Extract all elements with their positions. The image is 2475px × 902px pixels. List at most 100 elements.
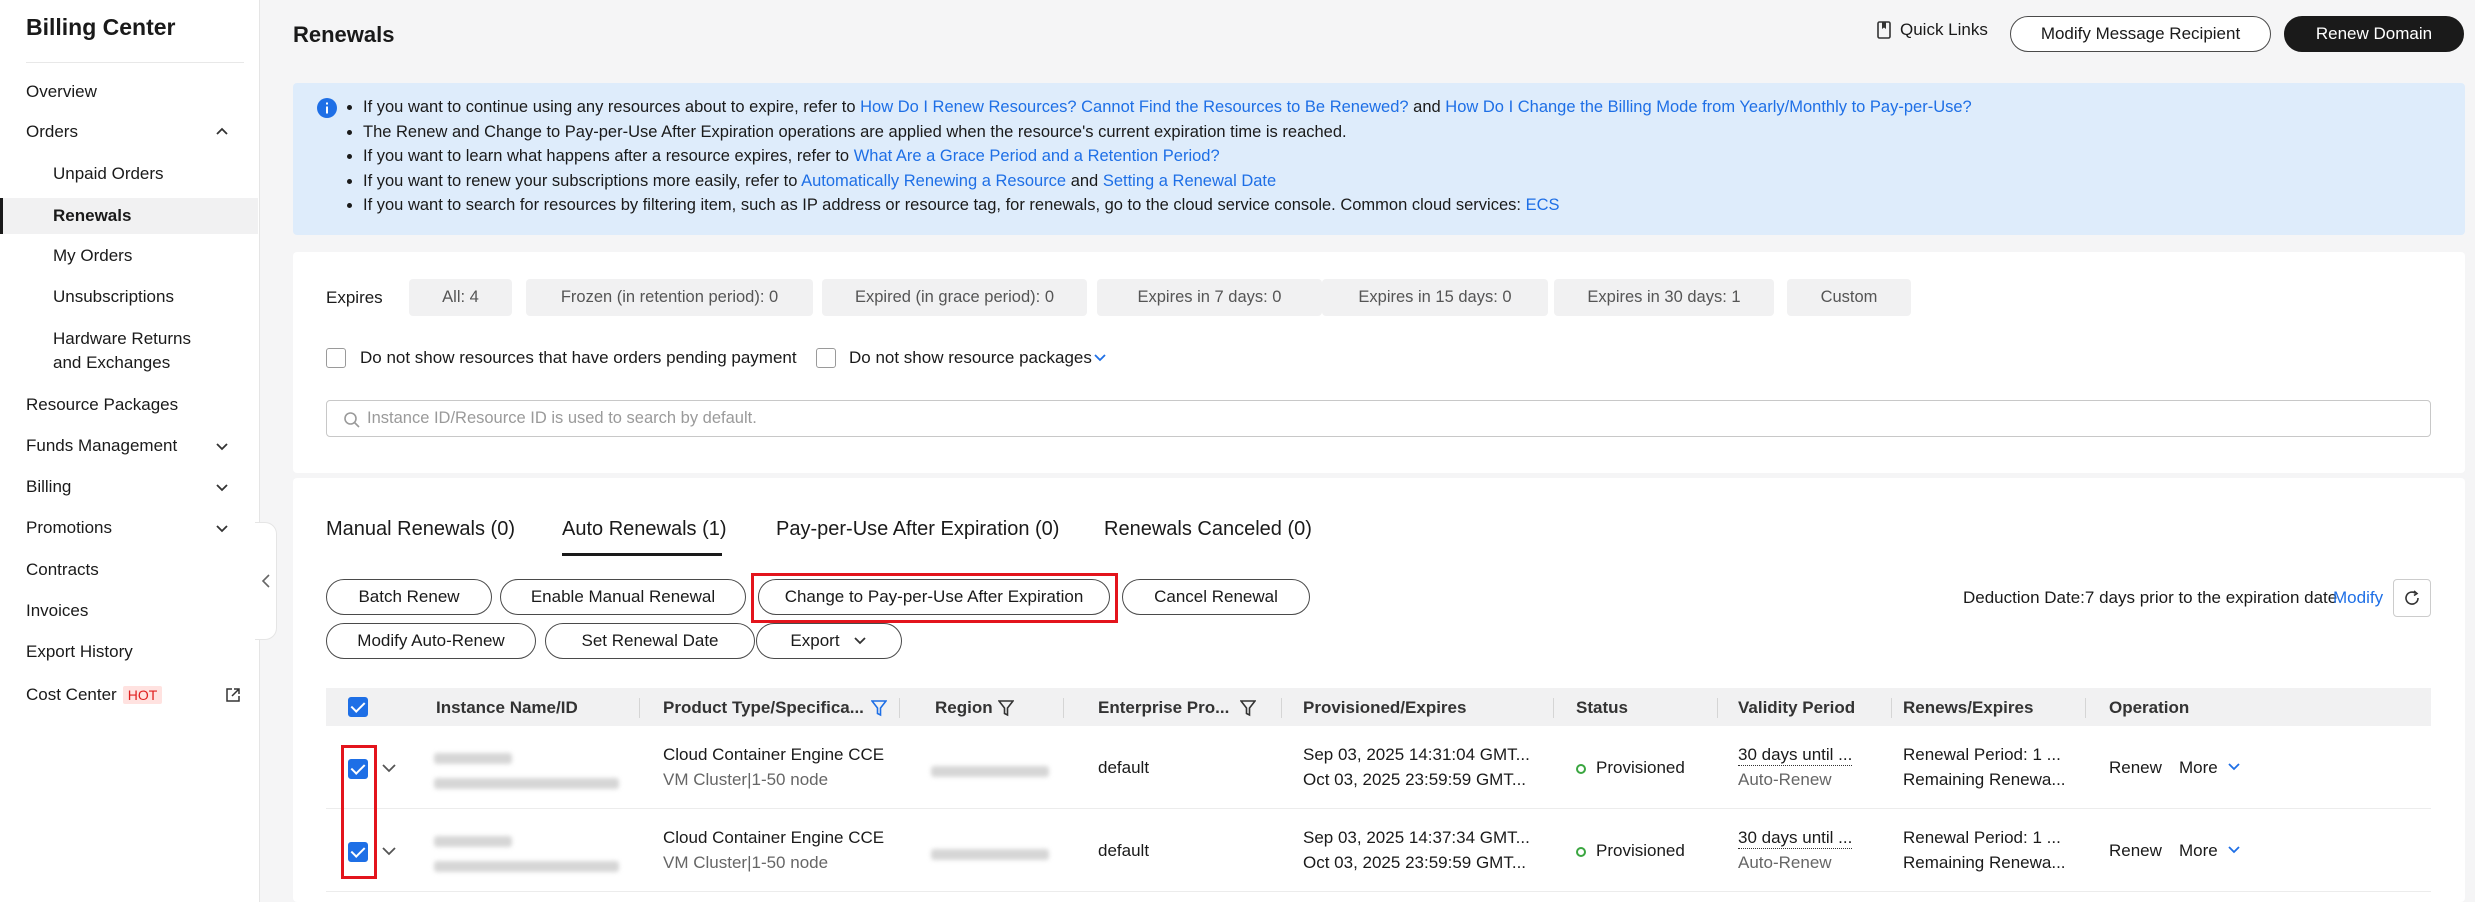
resource-packages-checkbox[interactable]: [816, 348, 836, 368]
column-header-provisioned: Provisioned/Expires: [1303, 698, 1467, 717]
info-icon: [317, 98, 337, 118]
filter-chip-30-days[interactable]: Expires in 30 days: 1: [1554, 279, 1774, 316]
filter-icon[interactable]: [1240, 699, 1256, 717]
tab-renewals-canceled[interactable]: Renewals Canceled (0): [1104, 518, 1312, 541]
highlight-box: [751, 573, 1118, 623]
refresh-button[interactable]: [2393, 579, 2431, 617]
filter-chip-15-days[interactable]: Expires in 15 days: 0: [1322, 279, 1548, 316]
expand-row-icon[interactable]: [381, 844, 397, 858]
sidebar-item-renewals[interactable]: Renewals: [0, 198, 258, 234]
quick-links-label: Quick Links: [1900, 20, 1988, 39]
chevron-down-icon: [2228, 846, 2240, 854]
column-header-instance: Instance Name/ID: [436, 698, 578, 717]
column-separator: [639, 698, 640, 718]
more-menu[interactable]: More: [2179, 841, 2242, 861]
sidebar-item-unsubscriptions[interactable]: Unsubscriptions: [0, 279, 258, 315]
search-input[interactable]: Instance ID/Resource ID is used to searc…: [326, 400, 2431, 437]
renew-link[interactable]: Renew: [2109, 758, 2162, 778]
column-header-product: Product Type/Specifica...: [663, 698, 864, 717]
notice-item: If you want to search for resources by f…: [363, 193, 1972, 218]
sidebar-item-label: Orders: [26, 122, 78, 141]
sidebar-item-cost-center[interactable]: Cost Center HOT: [0, 677, 258, 713]
tab-manual-renewals[interactable]: Manual Renewals (0): [326, 518, 515, 541]
chevron-down-icon: [853, 637, 866, 645]
sidebar-item-hardware-returns[interactable]: Hardware Returns and Exchanges: [0, 323, 258, 379]
tab-pay-per-use[interactable]: Pay-per-Use After Expiration (0): [776, 518, 1059, 541]
select-all-checkbox[interactable]: [348, 697, 368, 717]
sidebar-item-label: Cost Center: [26, 685, 117, 704]
tab-auto-renewals[interactable]: Auto Renewals (1): [562, 518, 727, 541]
filter-chip-7-days[interactable]: Expires in 7 days: 0: [1097, 279, 1322, 316]
renew-link[interactable]: Renew: [2109, 841, 2162, 861]
sidebar-item-contracts[interactable]: Contracts: [0, 552, 258, 588]
validity-period[interactable]: 30 days until ...: [1738, 828, 1853, 849]
more-menu[interactable]: More: [2179, 758, 2242, 778]
notice-link[interactable]: How Do I Renew Resources? Cannot Find th…: [860, 98, 1408, 116]
expand-row-icon[interactable]: [381, 761, 397, 775]
chevron-down-icon[interactable]: [1092, 351, 1108, 365]
sidebar-item-orders[interactable]: Orders: [0, 114, 258, 150]
sidebar-item-label: Promotions: [26, 518, 112, 537]
notice-link[interactable]: ECS: [1526, 196, 1560, 214]
column-separator: [1553, 698, 1554, 718]
chevron-down-icon: [2228, 763, 2240, 771]
sidebar-collapse-button[interactable]: [255, 522, 277, 640]
sidebar-item-promotions[interactable]: Promotions: [0, 510, 258, 546]
sidebar-item-invoices[interactable]: Invoices: [0, 593, 258, 629]
notice-text: If you want to renew your subscriptions …: [363, 171, 802, 190]
sidebar-item-billing[interactable]: Billing: [0, 469, 258, 505]
notice-item: If you want to continue using any resour…: [363, 95, 1972, 120]
batch-renew-button[interactable]: Batch Renew: [326, 579, 492, 615]
enable-manual-renewal-button[interactable]: Enable Manual Renewal: [500, 579, 746, 615]
chevron-up-icon: [216, 127, 228, 135]
sidebar-item-label: Funds Management: [26, 436, 178, 455]
validity-period[interactable]: 30 days until ...: [1738, 745, 1853, 766]
sidebar-item-resource-packages[interactable]: Resource Packages: [0, 387, 258, 423]
region-redacted: [931, 845, 1049, 865]
quick-links[interactable]: Quick Links: [1876, 20, 1988, 40]
modify-deduction-link[interactable]: Modify: [2333, 588, 2383, 608]
sidebar-item-label: Hardware Returns: [53, 329, 191, 348]
status-badge: Provisioned: [1576, 841, 1685, 861]
filter-chip-custom[interactable]: Custom: [1787, 279, 1911, 316]
sidebar-item-label: Billing: [26, 477, 72, 496]
filter-chip-all[interactable]: All: 4: [409, 279, 512, 316]
renew-domain-button[interactable]: Renew Domain: [2284, 16, 2464, 52]
page-title: Renewals: [293, 22, 395, 47]
cancel-renewal-button[interactable]: Cancel Renewal: [1122, 579, 1310, 615]
notice-link[interactable]: Setting a Renewal Date: [1103, 172, 1276, 190]
notice-text: If you want to learn what happens after …: [363, 147, 854, 165]
status-dot-icon: [1576, 763, 1586, 774]
notice-text: If you want to continue using any resour…: [363, 98, 861, 116]
modify-message-recipient-button[interactable]: Modify Message Recipient: [2010, 16, 2271, 52]
filter-chip-frozen[interactable]: Frozen (in retention period): 0: [526, 279, 813, 316]
notice-link[interactable]: How Do I Change the Billing Mode from Ye…: [1445, 98, 1971, 116]
filter-chip-expired[interactable]: Expired (in grace period): 0: [822, 279, 1087, 316]
sidebar-item-unpaid-orders[interactable]: Unpaid Orders: [0, 156, 258, 192]
notice-link[interactable]: Automatically Renewing a Resource: [801, 172, 1066, 190]
sidebar-item-export-history[interactable]: Export History: [0, 634, 258, 670]
info-notice: If you want to continue using any resour…: [293, 83, 2465, 235]
sidebar-item-overview[interactable]: Overview: [0, 74, 258, 110]
column-separator: [1717, 698, 1718, 718]
renew-mode: Auto-Renew: [1738, 770, 1832, 789]
export-button[interactable]: Export: [756, 623, 902, 659]
sidebar-item-my-orders[interactable]: My Orders: [0, 238, 258, 274]
pending-orders-checkbox[interactable]: [326, 348, 346, 368]
filter-icon[interactable]: [998, 699, 1014, 717]
filter-icon[interactable]: [871, 699, 887, 717]
notice-text: and: [1066, 171, 1103, 190]
expires-label: Expires: [326, 288, 383, 307]
document-icon: [1877, 21, 1891, 39]
instance-name-redacted: [434, 832, 512, 852]
product-spec: VM Cluster|1-50 node: [663, 770, 829, 789]
sidebar-divider: [26, 62, 244, 63]
column-separator: [1281, 698, 1282, 718]
modify-auto-renew-button[interactable]: Modify Auto-Renew: [326, 623, 536, 659]
sidebar-item-funds-management[interactable]: Funds Management: [0, 428, 258, 464]
set-renewal-date-button[interactable]: Set Renewal Date: [545, 623, 755, 659]
pending-orders-label: Do not show resources that have orders p…: [360, 348, 797, 367]
notice-link[interactable]: What Are a Grace Period and a Retention …: [854, 147, 1220, 165]
product-type: Cloud Container Engine CCE: [663, 828, 885, 847]
search-placeholder: Instance ID/Resource ID is used to searc…: [367, 409, 757, 427]
